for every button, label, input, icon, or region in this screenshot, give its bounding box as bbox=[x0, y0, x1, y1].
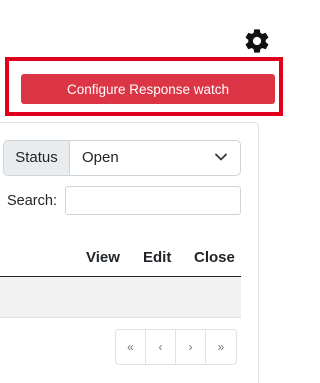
configure-highlight: Configure Response watch bbox=[5, 57, 283, 116]
status-label: Status bbox=[4, 141, 70, 175]
pagination: « ‹ › » bbox=[115, 329, 237, 365]
column-header-edit[interactable]: Edit bbox=[143, 249, 171, 266]
page: Configure Response watch Status Open Sea… bbox=[0, 0, 296, 383]
status-filter: Status Open bbox=[3, 140, 241, 176]
pagination-first-button[interactable]: « bbox=[116, 330, 146, 364]
search-input[interactable] bbox=[65, 186, 241, 215]
pagination-prev-button[interactable]: ‹ bbox=[146, 330, 176, 364]
chevron-down-icon bbox=[215, 153, 227, 161]
column-header-close[interactable]: Close bbox=[194, 249, 235, 266]
gear-icon[interactable] bbox=[242, 26, 272, 56]
pagination-last-button[interactable]: » bbox=[206, 330, 236, 364]
table-row bbox=[0, 277, 241, 318]
responses-panel: Status Open Search: View Edit Close « ‹ … bbox=[0, 122, 259, 383]
pagination-next-button[interactable]: › bbox=[176, 330, 206, 364]
search-label: Search: bbox=[7, 193, 57, 209]
table-header: View Edit Close bbox=[0, 241, 241, 277]
status-select[interactable]: Open bbox=[70, 141, 240, 175]
column-header-view[interactable]: View bbox=[86, 249, 120, 266]
configure-response-watch-button[interactable]: Configure Response watch bbox=[21, 74, 275, 104]
status-value: Open bbox=[82, 149, 119, 166]
